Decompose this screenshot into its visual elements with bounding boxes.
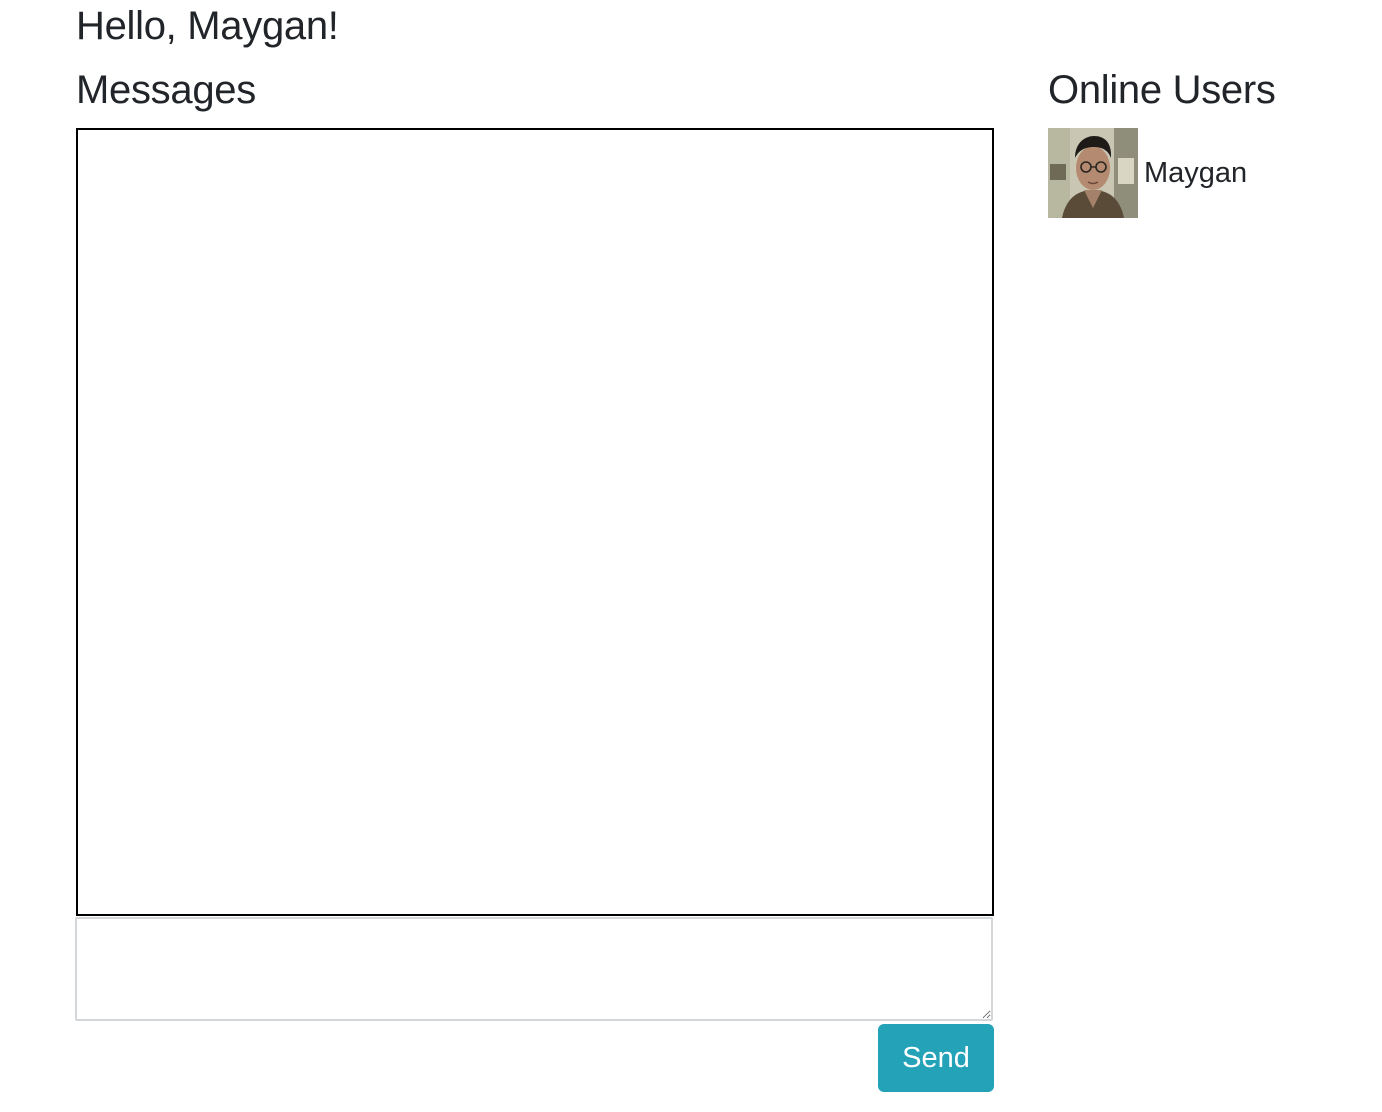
user-photo-avatar — [1048, 128, 1138, 218]
message-log[interactable] — [76, 128, 994, 916]
send-button[interactable]: Send — [878, 1024, 994, 1092]
greeting-heading: Hello, Maygan! — [76, 4, 339, 48]
message-input[interactable] — [75, 917, 993, 1021]
online-users-heading: Online Users — [1048, 68, 1276, 112]
online-user-item: Maygan — [1048, 128, 1247, 218]
messages-heading: Messages — [76, 68, 256, 112]
online-user-name: Maygan — [1144, 157, 1248, 189]
